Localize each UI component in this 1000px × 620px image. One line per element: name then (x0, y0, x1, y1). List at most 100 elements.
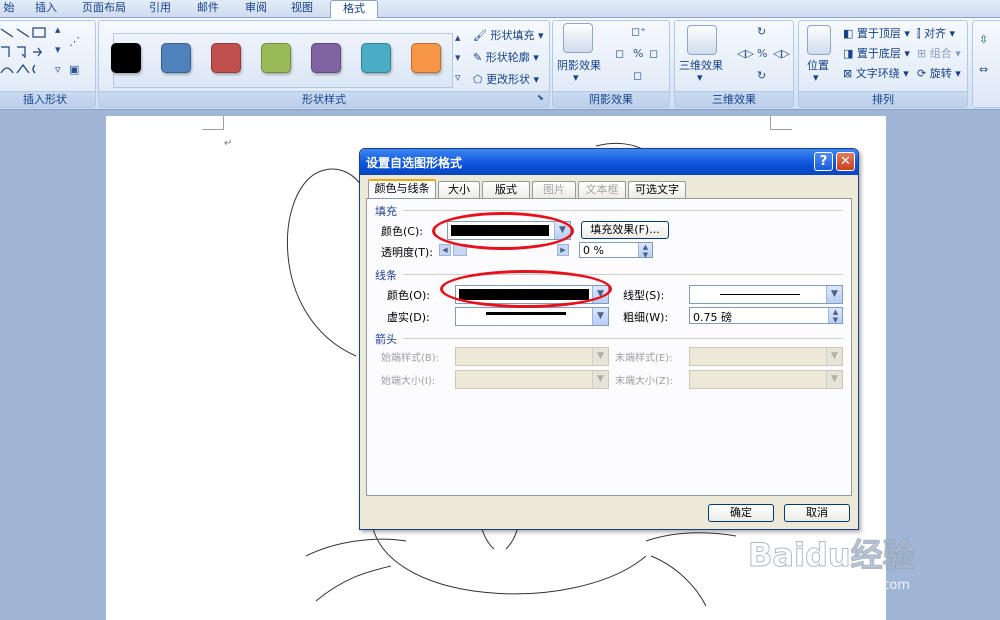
ok-button[interactable]: 确定 (708, 504, 774, 522)
tab-colors-and-lines[interactable]: 颜色与线条 (368, 179, 436, 199)
dash-chevron-down-icon[interactable]: ▼ (592, 308, 608, 325)
group-label: 组合 (929, 47, 952, 60)
gallery-more-icon[interactable]: ▿ (55, 63, 61, 76)
ribbon: ▴ ▾ ▿ ⋰ ▣ 插入形状 ▴ ▾ ▿ 🖌 形状填充 ▾ ✎ 形状轮廓 ▾ ⬠… (0, 18, 1000, 110)
slider-right-icon[interactable]: ▶ (557, 244, 569, 256)
nudge-shadow-right-icon[interactable]: ◻ (649, 47, 658, 60)
shadow-effects-dropdown-icon[interactable]: ▾ (573, 71, 579, 84)
nudge-shadow-up-icon[interactable]: ◻⁺ (631, 25, 646, 38)
highlight-fill-color-ellipse (432, 212, 574, 250)
tilt-up-icon[interactable]: ↻ (757, 25, 766, 38)
rotate-label: 旋转 (929, 67, 952, 80)
nudge-shadow-down-icon[interactable]: ◻ (633, 69, 642, 82)
line-style-chevron-down-icon[interactable]: ▼ (826, 286, 842, 303)
edit-points-icon[interactable]: ⋰ (69, 35, 80, 48)
line-weight-value: 0.75 磅 (693, 311, 732, 324)
shadow-toggle-icon[interactable]: % (633, 47, 643, 60)
end-style-dropdown[interactable]: ▼ (689, 347, 843, 366)
tilt-right-icon[interactable]: ◁▷ (773, 47, 790, 60)
tab-alt-text[interactable]: 可选文字 (628, 181, 686, 198)
position-dropdown-icon[interactable]: ▾ (813, 71, 819, 84)
tab-layout[interactable]: 版式 (482, 181, 530, 198)
shape-style-swatch[interactable] (261, 43, 291, 73)
shape-style-swatch[interactable] (361, 43, 391, 73)
dialog-launcher-icon[interactable]: ⬊ (537, 93, 544, 102)
tab-picture[interactable]: 图片 (532, 181, 576, 198)
fill-effects-button[interactable]: 填充效果(F)... (581, 221, 669, 239)
tab-references[interactable]: 引用 (142, 0, 178, 18)
change-shape-button[interactable]: ⬠ 更改形状 ▾ (473, 71, 539, 87)
tilt-down-icon[interactable]: ↻ (757, 69, 766, 82)
fill-section-title: 填充 (375, 205, 397, 218)
height-icon[interactable]: ⇳ (979, 33, 988, 46)
dialog-titlebar[interactable]: 设置自选图形格式 ? ✕ (360, 149, 858, 175)
shape-style-swatch[interactable] (311, 43, 341, 73)
line-section-title: 线条 (375, 269, 397, 282)
tab-mailings[interactable]: 邮件 (190, 0, 226, 18)
begin-style-dropdown[interactable]: ▼ (455, 347, 609, 366)
tab-format[interactable]: 格式 (330, 0, 378, 19)
group-label-insert-shapes: 插入形状 (0, 91, 95, 107)
line-style-label: 线型(S): (623, 289, 665, 302)
end-style-chevron-down-icon[interactable]: ▼ (826, 348, 842, 365)
dash-dropdown[interactable]: ▼ (455, 307, 609, 326)
begin-size-chevron-down-icon[interactable]: ▼ (592, 371, 608, 388)
svg-text:Baidu经验: Baidu经验 (748, 536, 915, 574)
line-style-dropdown[interactable]: ▼ (689, 285, 843, 304)
begin-style-chevron-down-icon[interactable]: ▼ (592, 348, 608, 365)
cancel-button[interactable]: 取消 (784, 504, 850, 522)
gallery-down-icon[interactable]: ▾ (455, 51, 461, 64)
shape-fill-button[interactable]: 🖌 形状填充 ▾ (473, 27, 544, 43)
text-box-icon[interactable]: ▣ (69, 63, 79, 76)
gallery-scroll-up-icon[interactable]: ▴ (55, 23, 61, 36)
close-button[interactable]: ✕ (836, 152, 855, 171)
nudge-shadow-left-icon[interactable]: ◻ (615, 47, 624, 60)
gallery-expand-icon[interactable]: ▿ (455, 71, 461, 84)
width-icon[interactable]: ⇔ (979, 63, 988, 76)
shape-outline-button[interactable]: ✎ 形状轮廓 ▾ (473, 49, 539, 65)
end-size-chevron-down-icon[interactable]: ▼ (826, 371, 842, 388)
3d-toggle-icon[interactable]: % (757, 47, 767, 60)
format-autoshape-dialog: 设置自选图形格式 ? ✕ 颜色与线条 大小 版式 图片 文本框 可选文字 填充 … (359, 148, 859, 530)
begin-size-dropdown[interactable]: ▼ (455, 370, 609, 389)
group-insert-shapes: ▴ ▾ ▿ ⋰ ▣ 插入形状 (0, 20, 96, 108)
shadow-effects-button[interactable]: 阴影效果 (557, 57, 601, 73)
tab-page-layout[interactable]: 页面布局 (76, 0, 132, 18)
bring-to-front-button[interactable]: ◧ 置于顶层 ▾ (843, 25, 910, 41)
rotate-button[interactable]: ⟳ 旋转 ▾ (917, 65, 961, 81)
line-weight-input[interactable]: 0.75 磅 ▲ ▼ (689, 307, 843, 324)
tab-start[interactable]: 始 (0, 0, 22, 18)
dash-label: 虚实(D): (387, 311, 430, 324)
tab-text-box[interactable]: 文本框 (578, 181, 626, 198)
gallery-up-icon[interactable]: ▴ (455, 31, 461, 44)
align-label: 对齐 (924, 27, 947, 40)
help-button[interactable]: ? (814, 152, 833, 171)
text-wrap-button[interactable]: ⊠ 文字环绕 ▾ (843, 65, 909, 81)
shape-style-swatch[interactable] (411, 43, 441, 73)
gallery-scroll-down-icon[interactable]: ▾ (55, 43, 61, 56)
3d-effects-dropdown-icon[interactable]: ▾ (697, 71, 703, 84)
slider-left-icon[interactable]: ◀ (439, 244, 451, 256)
transparency-input[interactable]: 0 % ▲ ▼ (579, 242, 653, 259)
shape-style-swatch[interactable] (111, 43, 141, 73)
end-size-dropdown[interactable]: ▼ (689, 370, 843, 389)
shadow-effects-icon (563, 23, 593, 53)
transparency-spinner-icon[interactable]: ▲ ▼ (638, 243, 652, 259)
tab-view[interactable]: 视图 (284, 0, 320, 18)
tab-review[interactable]: 审阅 (238, 0, 274, 18)
group-button[interactable]: ⊞ 组合 ▾ (917, 45, 961, 61)
line-weight-spinner-icon[interactable]: ▲ ▼ (828, 308, 842, 324)
tab-insert[interactable]: 插入 (28, 0, 64, 18)
tilt-left-icon[interactable]: ◁▷ (737, 47, 754, 60)
tab-size[interactable]: 大小 (438, 181, 480, 198)
paint-bucket-icon: 🖌 (473, 29, 487, 42)
shape-style-swatch[interactable] (161, 43, 191, 73)
send-to-back-button[interactable]: ◨ 置于底层 ▾ (843, 45, 910, 61)
align-button[interactable]: ⫿ 对齐 ▾ (917, 25, 955, 41)
close-icon: ✕ (840, 154, 851, 169)
group-3d-effects: 三维效果 ▾ ↻ ◁▷ % ◁▷ ↻ 三维效果 (674, 20, 794, 108)
shapes-icon: ⬠ (473, 73, 483, 86)
shape-style-swatch[interactable] (211, 43, 241, 73)
pen-icon: ✎ (473, 51, 483, 64)
shapes-gallery-icon[interactable] (0, 25, 57, 81)
